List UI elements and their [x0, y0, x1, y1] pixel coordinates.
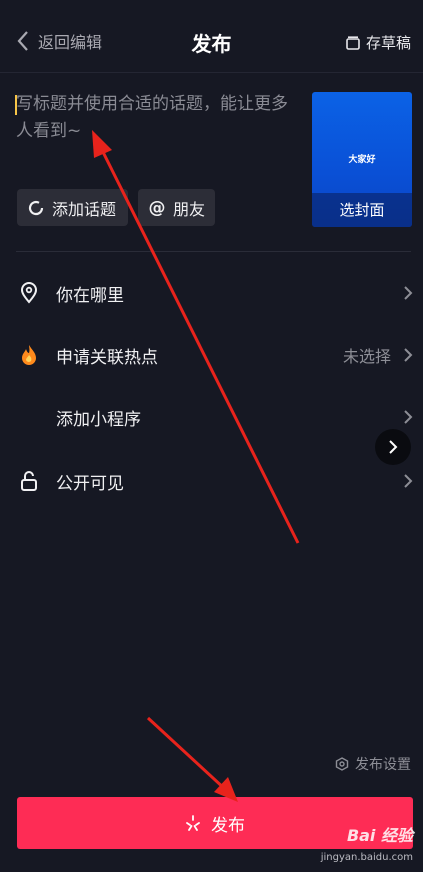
hashtag-ring-icon [28, 200, 44, 215]
baidu-watermark: Bai 经验 jingyan.baidu.com [321, 822, 413, 863]
publish-label: 发布 [211, 815, 245, 836]
hotspot-value: 未选择 [342, 347, 391, 366]
save-draft-button[interactable]: 存草稿 [346, 32, 411, 53]
select-cover-button[interactable]: 选封面 [312, 193, 412, 227]
mention-friend-label: 朋友 [173, 199, 206, 219]
sparkle-icon [186, 815, 200, 831]
chevron-right-icon [389, 440, 398, 454]
chevron-right-icon [404, 286, 413, 300]
draft-box-icon [346, 35, 360, 50]
visibility-row[interactable]: 公开可见 [0, 461, 423, 501]
publish-settings-button[interactable]: 发布设置 [335, 754, 411, 774]
settings-hexagon-icon [335, 757, 349, 771]
location-row[interactable]: 你在哪里 [0, 273, 423, 313]
add-topic-button[interactable]: 添加话题 [17, 189, 128, 226]
at-icon: @ [148, 197, 166, 218]
watermark-logo: Bai 经验 [346, 826, 413, 845]
cover-thumbnail[interactable]: 大家好 选封面 [312, 92, 412, 227]
top-bar: 返回编辑 发布 存草稿 [0, 0, 423, 84]
floating-next-button[interactable] [375, 429, 411, 465]
hotspot-row[interactable]: 申请关联热点 未选择 [0, 335, 423, 375]
cover-text: 大家好 [348, 155, 376, 165]
chevron-right-icon [404, 474, 413, 488]
chevron-right-icon [404, 410, 413, 424]
arrow-to-publish [146, 716, 238, 802]
mini-program-row[interactable]: 添加小程序 [0, 397, 423, 437]
section-divider [16, 251, 411, 252]
watermark-url: jingyan.baidu.com [320, 852, 413, 863]
location-pin-icon [18, 282, 40, 304]
draft-label: 存草稿 [365, 34, 411, 52]
hotspot-label: 申请关联热点 [56, 347, 158, 368]
flame-icon [18, 344, 40, 366]
publish-settings-label: 发布设置 [355, 757, 411, 773]
unlock-icon [18, 470, 40, 492]
mini-program-label: 添加小程序 [56, 409, 141, 430]
chevron-right-icon [404, 348, 413, 362]
caption-input[interactable]: 写标题并使用合适的话题，能让更多人看到~ [16, 91, 298, 145]
visibility-label: 公开可见 [56, 473, 124, 494]
mention-friend-button[interactable]: @ 朋友 [138, 189, 215, 226]
header-divider [0, 72, 423, 73]
location-label: 你在哪里 [56, 285, 124, 306]
add-topic-label: 添加话题 [52, 199, 117, 219]
